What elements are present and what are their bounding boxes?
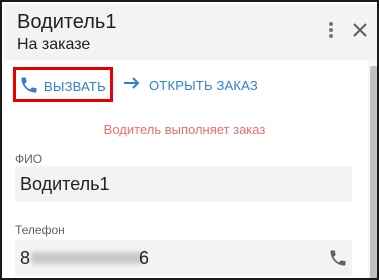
scrollbar[interactable]	[368, 60, 377, 278]
open-order-label: ОТКРЫТЬ ЗАКАЗ	[149, 78, 258, 93]
phone-icon	[21, 77, 37, 93]
phone-redacted	[31, 252, 143, 264]
phone-label: Телефон	[15, 223, 65, 237]
fio-value: Водитель1	[20, 174, 110, 194]
phone-value-start: 8	[20, 248, 31, 268]
phone-icon[interactable]	[328, 248, 348, 268]
call-button-label: ВЫЗВАТЬ	[44, 79, 106, 94]
more-vertical-icon[interactable]	[324, 20, 338, 44]
driver-card-window: Водитель1 На заказе ВЫЗВАТЬ ОТКРЫТЬ ЗАКА…	[0, 0, 379, 280]
arrow-right-icon	[124, 77, 140, 89]
call-button[interactable]: ВЫЗВАТЬ	[13, 67, 113, 102]
driver-status-subtitle: На заказе	[17, 36, 91, 53]
fio-label: ФИО	[15, 152, 43, 166]
close-icon[interactable]	[350, 20, 370, 40]
driver-status-message: Водитель выполняет заказ	[103, 122, 266, 137]
card-header: Водитель1 На заказе	[4, 4, 377, 60]
driver-name-title: Водитель1	[17, 11, 117, 33]
phone-value-end: 6	[139, 248, 150, 268]
scrollbar-thumb[interactable]	[370, 66, 377, 278]
phone-field[interactable]: 8 6	[15, 240, 352, 276]
action-bar: ВЫЗВАТЬ ОТКРЫТЬ ЗАКАЗ	[2, 60, 367, 110]
fio-field[interactable]: Водитель1	[15, 166, 352, 202]
